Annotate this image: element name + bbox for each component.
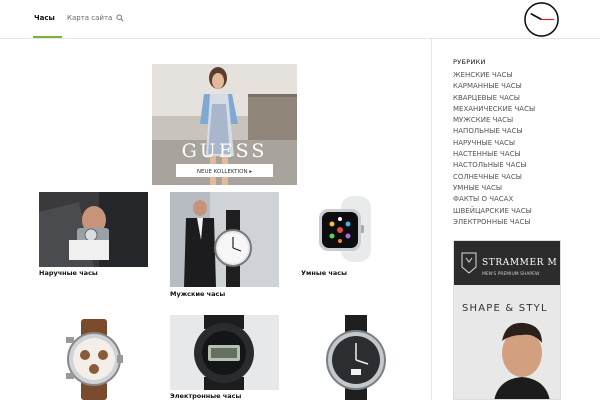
product-label[interactable]: Наручные часы [39,269,98,277]
category-link[interactable]: ФАКТЫ О ЧАСАХ [453,194,535,205]
clock-icon[interactable] [522,1,561,38]
nav-item-watches[interactable]: Часы [34,14,55,22]
sidebar-divider [431,39,432,400]
product-image[interactable] [170,315,279,390]
category-link[interactable]: МУЖСКИЕ ЧАСЫ [453,115,535,126]
category-link[interactable]: МЕХАНИЧЕСКИЕ ЧАСЫ [453,104,535,115]
search-icon[interactable] [116,14,124,22]
product-image[interactable] [170,192,279,287]
guess-ad-banner[interactable]: GUESS NEUE KOLLEKTION ▸ [152,64,297,185]
strammer-ad-banner[interactable]: STRAMMER M MEN'S PREMIUM SHAPEW SHAPE & … [453,240,561,400]
nav-item-sitemap[interactable]: Карта сайта [67,14,112,22]
category-link[interactable]: НАРУЧНЫЕ ЧАСЫ [453,138,535,149]
product-image[interactable] [301,315,410,400]
category-link[interactable]: УМНЫЕ ЧАСЫ [453,183,535,194]
strammer-ad-tagline: MEN'S PREMIUM SHAPEW [482,271,540,277]
category-link[interactable]: НАСТЕННЫЕ ЧАСЫ [453,149,535,160]
category-link[interactable]: КАРМАННЫЕ ЧАСЫ [453,81,535,92]
product-image[interactable] [39,192,148,267]
guess-ad-image: GUESS NEUE KOLLEKTION ▸ [152,64,297,185]
product-label[interactable]: Умные часы [301,269,347,277]
product-image[interactable] [301,192,410,267]
strammer-ad-brand: STRAMMER M [482,258,557,268]
category-link[interactable]: ШВЕЙЦАРСКИЕ ЧАСЫ [453,206,535,217]
category-link[interactable]: НАПОЛЬНЫЕ ЧАСЫ [453,126,535,137]
category-link[interactable]: ЖЕНСКИЕ ЧАСЫ [453,70,535,81]
category-link[interactable]: СОЛНЕЧНЫЕ ЧАСЫ [453,172,535,183]
category-list: ЖЕНСКИЕ ЧАСЫ КАРМАННЫЕ ЧАСЫ КВАРЦЕВЫЕ ЧА… [453,70,535,228]
category-link[interactable]: НАСТОЛЬНЫЕ ЧАСЫ [453,160,535,171]
guess-ad-cta[interactable]: NEUE KOLLEKTION ▸ [197,169,252,175]
nav-active-indicator [33,36,62,38]
sidebar-title: РУБРИКИ [453,58,486,66]
product-label[interactable]: Мужские часы [170,290,225,298]
product-image[interactable] [39,315,148,400]
category-link[interactable]: КВАРЦЕВЫЕ ЧАСЫ [453,93,535,104]
category-link[interactable]: ЭЛЕКТРОННЫЕ ЧАСЫ [453,217,535,228]
top-navigation-bar: Часы Карта сайта [0,0,600,39]
product-label[interactable]: Электронные часы [170,392,241,400]
strammer-ad-headline: SHAPE & STYL [462,303,548,314]
strammer-ad-image: STRAMMER M MEN'S PREMIUM SHAPEW SHAPE & … [454,241,560,399]
guess-ad-brand: GUESS [182,140,268,162]
